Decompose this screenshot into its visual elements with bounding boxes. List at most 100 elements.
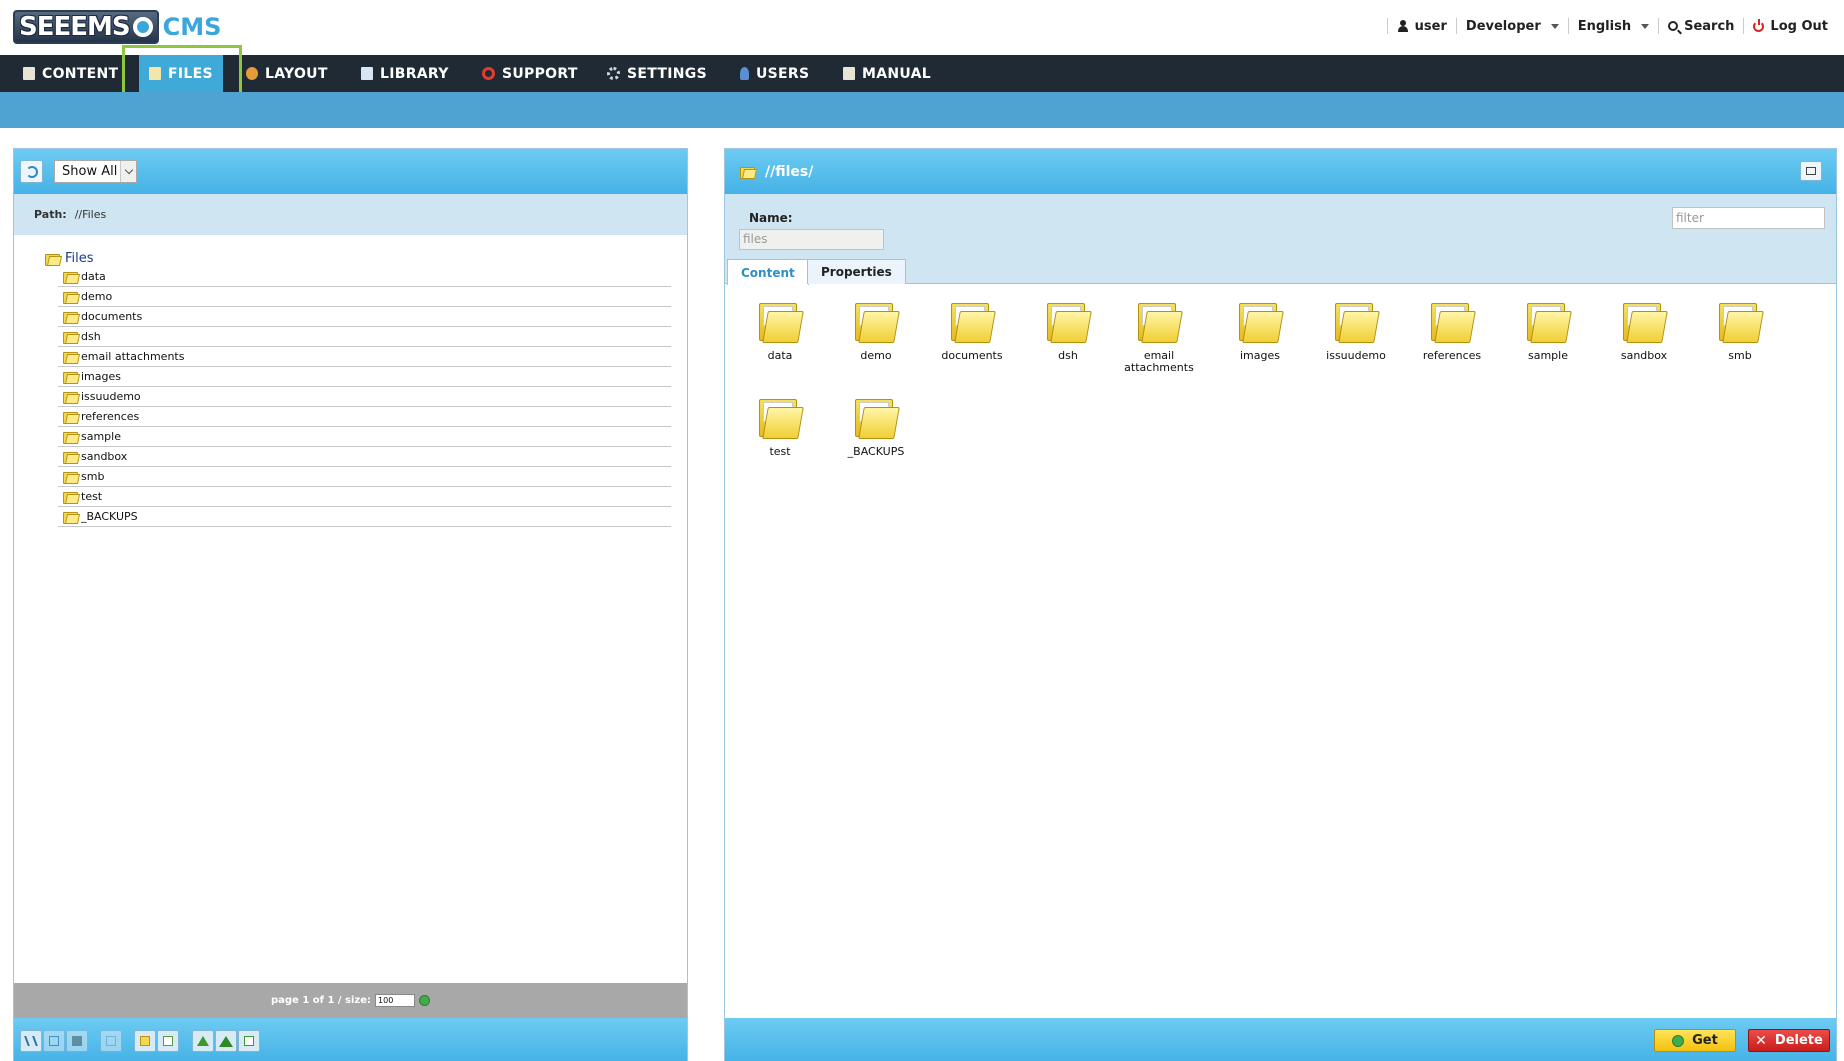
nav-manual-label: MANUAL	[862, 65, 931, 82]
tree-item[interactable]: dsh	[58, 327, 671, 347]
nav-library[interactable]: LIBRARY	[361, 55, 449, 92]
manual-icon	[843, 67, 855, 80]
folder-icon	[63, 511, 78, 524]
role-dropdown[interactable]: Developer	[1466, 19, 1559, 34]
folder-icon	[63, 271, 78, 284]
folder-name: documents	[941, 349, 1003, 362]
folder-tile[interactable]: email attachments	[1121, 301, 1197, 374]
nav-files[interactable]: FILES	[139, 55, 223, 92]
tree-item[interactable]: documents	[58, 307, 671, 327]
paste-icon	[72, 1036, 82, 1046]
get-button[interactable]: Get	[1654, 1029, 1736, 1052]
logo[interactable]: SEEEMS CMS	[13, 9, 221, 45]
folder-icon	[1717, 301, 1764, 345]
tab-content[interactable]: Content	[727, 259, 809, 285]
name-field[interactable]: files	[739, 229, 884, 250]
refresh-button[interactable]	[20, 160, 43, 183]
tree-item[interactable]: sandbox	[58, 447, 671, 467]
lifebuoy-icon	[482, 67, 495, 80]
folder-tile[interactable]: dsh	[1025, 301, 1111, 362]
tree-item[interactable]: smb	[58, 467, 671, 487]
tree-item[interactable]: sample	[58, 427, 671, 447]
new-folder-button[interactable]	[134, 1030, 156, 1052]
nav-files-label: FILES	[168, 65, 213, 82]
tree-item-label: demo	[81, 290, 113, 303]
folder-name: sample	[1528, 349, 1568, 362]
tree-root[interactable]: Files	[44, 249, 671, 267]
copy-button[interactable]	[43, 1030, 65, 1052]
folder-tile[interactable]: issuudemo	[1313, 301, 1399, 362]
folder-name: data	[767, 349, 793, 362]
logo-brand: SEEEMS	[19, 12, 131, 42]
logout-link[interactable]: Log Out	[1753, 18, 1828, 34]
tree-item[interactable]: test	[58, 487, 671, 507]
folder-tile[interactable]: references	[1409, 301, 1495, 362]
folder-icon	[1621, 301, 1668, 345]
nav-library-label: LIBRARY	[380, 65, 449, 82]
tree-item[interactable]: demo	[58, 287, 671, 307]
tree-item[interactable]: data	[58, 267, 671, 287]
header: SEEEMS CMS user Developer English Search…	[0, 0, 1844, 55]
logo-suffix: CMS	[162, 13, 222, 41]
apply-icon[interactable]	[419, 995, 431, 1006]
nav-content[interactable]: CONTENT	[23, 55, 118, 92]
folder-tile[interactable]: sample	[1505, 301, 1591, 362]
tab-properties-label: Properties	[821, 265, 892, 279]
nav-settings[interactable]: SETTINGS	[607, 55, 707, 92]
user-icon	[1397, 20, 1409, 32]
nav-manual[interactable]: MANUAL	[843, 55, 931, 92]
move-up-button[interactable]	[192, 1030, 214, 1052]
user-menu[interactable]: user	[1397, 19, 1447, 34]
language-dropdown[interactable]: English	[1578, 19, 1650, 34]
folder-name: references	[1422, 349, 1482, 362]
folder-name: dsh	[1058, 349, 1078, 362]
gear-icon	[607, 67, 620, 80]
folder-icon	[853, 301, 900, 345]
tree-item-label: sandbox	[81, 450, 128, 463]
nav-support[interactable]: SUPPORT	[482, 55, 578, 92]
search-link[interactable]: Search	[1668, 19, 1734, 34]
folder-tile[interactable]: sandbox	[1601, 301, 1687, 362]
pager-text: page 1 of 1 / size:	[270, 995, 372, 1006]
nav-layout[interactable]: LAYOUT	[246, 55, 328, 92]
folder-tile[interactable]: smb	[1697, 301, 1783, 362]
filter-input[interactable]: filter	[1672, 207, 1825, 229]
divider	[1743, 18, 1745, 34]
logo-box: SEEEMS	[13, 10, 159, 44]
folder-tile[interactable]: _BACKUPS	[833, 397, 919, 458]
new-file-button[interactable]	[157, 1030, 179, 1052]
content-actions-toolbar: Get ✕ Delete	[725, 1018, 1836, 1061]
delete-button[interactable]: ✕ Delete	[1748, 1029, 1830, 1052]
show-filter-select[interactable]: Show All	[54, 160, 137, 183]
tab-properties[interactable]: Properties	[807, 259, 906, 284]
folder-tile[interactable]: test	[737, 397, 823, 458]
nav-content-label: CONTENT	[42, 65, 119, 82]
cut-button[interactable]	[20, 1030, 42, 1052]
tree-item[interactable]: email attachments	[58, 347, 671, 367]
move-top-button[interactable]	[215, 1030, 237, 1052]
folder-icon	[853, 397, 900, 441]
path-bar: Path: //Files	[14, 194, 687, 235]
tree-item[interactable]: _BACKUPS	[58, 507, 671, 527]
tree-list: data demo documents dsh email attachment…	[58, 267, 671, 527]
upload-button[interactable]	[238, 1030, 260, 1052]
tree-item[interactable]: issuudemo	[58, 387, 671, 407]
folder-tile[interactable]: documents	[929, 301, 1015, 362]
upload-icon	[244, 1036, 254, 1046]
folder-name: images	[1240, 349, 1280, 362]
delete-tree-button[interactable]	[100, 1030, 122, 1052]
paste-button[interactable]	[66, 1030, 88, 1052]
folder-icon	[1429, 301, 1476, 345]
tree-item[interactable]: images	[58, 367, 671, 387]
pager: page 1 of 1 / size: 100	[14, 983, 687, 1018]
folder-tile[interactable]: data	[737, 301, 823, 362]
folder-icon	[63, 471, 78, 484]
panel-toggle-button[interactable]	[1800, 161, 1822, 181]
tree-item[interactable]: references	[58, 407, 671, 427]
tree-root-label: Files	[65, 250, 94, 266]
folder-icon	[63, 411, 78, 424]
folder-tile[interactable]: demo	[833, 301, 919, 362]
folder-tile[interactable]: images	[1217, 301, 1303, 362]
nav-users[interactable]: USERS	[740, 55, 809, 92]
page-size-input[interactable]: 100	[375, 994, 416, 1007]
